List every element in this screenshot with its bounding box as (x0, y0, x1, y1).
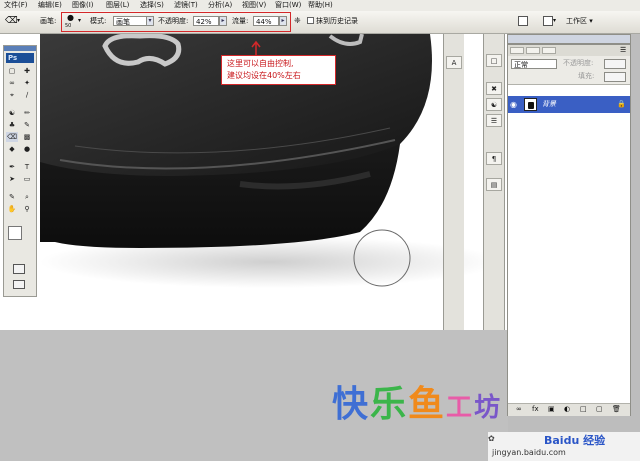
paragraph-panel-icon[interactable]: ¶ (486, 152, 502, 165)
tool-preset-arrow-icon[interactable]: ▾ (17, 17, 20, 24)
slice-tool-icon[interactable]: ∕ (21, 90, 33, 100)
watermark-char-3: 鱼 (408, 384, 447, 425)
layer-name: 背景 (542, 100, 556, 108)
document-dropdown-icon[interactable]: ▾ (553, 17, 556, 24)
collapsed-panel-strip: A (443, 34, 464, 330)
zoom-tool-icon[interactable]: ⚲ (21, 204, 33, 214)
callout-line2: 建议均设在40%左右 (227, 71, 301, 80)
toolbox-titlebar[interactable] (4, 46, 36, 51)
menu-analysis[interactable]: 分析(A) (208, 1, 232, 10)
info-panel-icon[interactable]: ▤ (486, 178, 502, 191)
callout-line1: 这里可以自由控制, (227, 59, 294, 68)
eraser-tool-icon[interactable]: ⌫ (5, 16, 18, 26)
history-panel-icon[interactable]: ☯ (486, 98, 502, 111)
panel-menu-icon[interactable]: ☰ (620, 46, 626, 54)
bag-thumbnail-icon (528, 102, 534, 109)
lasso-tool-icon[interactable]: ∞ (6, 78, 18, 88)
hand-tool-icon[interactable]: ✋ (6, 204, 18, 214)
site-url: jingyan.baidu.com (492, 448, 566, 457)
ps-logo: Ps (6, 53, 34, 63)
pen-tool-icon[interactable]: ✒ (6, 162, 18, 172)
layer-options-row: 正常 不透明度: 填充: (508, 56, 630, 85)
menu-file[interactable]: 文件(F) (4, 1, 28, 10)
foreground-color-swatch[interactable] (8, 226, 22, 240)
move-tool-icon[interactable]: ✚ (21, 66, 33, 76)
magic-wand-tool-icon[interactable]: ✦ (21, 78, 33, 88)
delete-layer-icon[interactable]: 🗑 (612, 405, 621, 413)
airbrush-icon[interactable]: ❈ (294, 16, 301, 26)
layers-panel-titlebar[interactable] (507, 34, 631, 44)
menu-view[interactable]: 视图(V) (242, 1, 266, 10)
toolbox: Ps ▢ ✚ ∞ ✦ ⌖ ∕ ☯ ✏ ♣ ✎ ⌫ ▩ ◆ ● ✒ T ➤ ▭ ✎… (3, 45, 37, 297)
layer-fill-input[interactable] (604, 72, 626, 82)
layers-panel: ☰ 正常 不透明度: 填充: ◉ 背景 🔒 ∞ fx ▣ ◐ □ ▢ 🗑 (507, 44, 631, 416)
brush-tool-icon[interactable]: ✏ (21, 108, 33, 118)
workspace-button[interactable]: 工作区 ▾ (566, 17, 593, 26)
palette-well-icon[interactable] (518, 16, 528, 26)
menu-filter[interactable]: 滤镜(T) (174, 1, 198, 10)
watermark-char-1: 快 (332, 384, 371, 425)
layer-fill-label: 填充: (578, 72, 595, 80)
character-panel-icon[interactable]: A (446, 56, 462, 69)
layer-visibility-eye-icon[interactable]: ◉ (510, 100, 517, 109)
type-tool-icon[interactable]: T (21, 162, 33, 172)
menu-window[interactable]: 窗口(W) (275, 1, 301, 10)
highlight-box (61, 12, 291, 32)
menu-select[interactable]: 选择(S) (140, 1, 164, 10)
menu-edit[interactable]: 编辑(E) (38, 1, 62, 10)
blur-tool-icon[interactable]: ◆ (6, 144, 18, 154)
blend-mode-select[interactable]: 正常 (511, 59, 557, 69)
watermark-char-2: 乐 (370, 384, 409, 425)
eyedropper-tool-icon[interactable]: ⌕ (21, 192, 33, 202)
blend-mode-value: 正常 (514, 61, 528, 69)
watermark: 快乐鱼工坊 (332, 383, 602, 429)
notes-tool-icon[interactable]: ✎ (6, 192, 18, 202)
options-bar: ⌫ ▾ 画笔: ● 50 ▾ 模式: 画笔 ▾ 不透明度: 42% ▸ 流量: … (0, 11, 640, 34)
layer-opacity-input[interactable] (604, 59, 626, 69)
menu-layer[interactable]: 图层(L) (106, 1, 129, 10)
callout-note: 这里可以自由控制, 建议均设在40%左右 (221, 55, 336, 85)
layer-thumbnail (524, 98, 537, 111)
menu-help[interactable]: 帮助(H) (308, 1, 333, 10)
gradient-tool-icon[interactable]: ▩ (21, 132, 33, 142)
erase-history-checkbox[interactable] (307, 17, 314, 24)
history-brush-tool-icon[interactable]: ✎ (21, 120, 33, 130)
tab-paths[interactable] (542, 47, 556, 54)
document-icon[interactable] (543, 16, 553, 26)
watermark-text: 快乐鱼工坊 (332, 383, 502, 430)
healing-brush-tool-icon[interactable]: ☯ (6, 108, 18, 118)
navigator-panel-icon[interactable]: □ (486, 54, 502, 67)
panel-dock: □ ✖ ☯ ☰ ¶ ▤ (483, 34, 505, 330)
watermark-char-5: 坊 (474, 393, 503, 423)
dodge-tool-icon[interactable]: ● (21, 144, 33, 154)
clone-stamp-tool-icon[interactable]: ♣ (6, 120, 18, 130)
baidu-paw-icon: ✿ (488, 434, 495, 443)
menu-image[interactable]: 图像(I) (72, 1, 94, 10)
watermark-char-4: 工 (446, 393, 475, 423)
erase-history-label: 抹到历史记录 (316, 17, 358, 25)
actions-panel-icon[interactable]: ✖ (486, 82, 502, 95)
marquee-tool-icon[interactable]: ▢ (6, 66, 18, 76)
layer-row-background[interactable]: ◉ 背景 🔒 (508, 96, 630, 113)
eraser-tool-active-icon[interactable]: ⌫ (6, 132, 18, 142)
screen-mode-icon[interactable] (13, 280, 25, 289)
brush-label: 画笔: (40, 17, 57, 25)
tab-channels[interactable] (526, 47, 540, 54)
callout-arrow (251, 40, 261, 55)
path-selection-tool-icon[interactable]: ➤ (6, 174, 18, 184)
quick-mask-icon[interactable] (13, 264, 25, 274)
tool-presets-panel-icon[interactable]: ☰ (486, 114, 502, 127)
layer-opacity-label: 不透明度: (563, 59, 594, 67)
shape-tool-icon[interactable]: ▭ (21, 174, 33, 184)
baidu-brand: Baidu 经验 (544, 434, 606, 447)
source-footer: Baidu 经验 ✿ jingyan.baidu.com (488, 432, 640, 461)
layer-lock-icon: 🔒 (617, 100, 626, 108)
tab-layers[interactable] (510, 47, 524, 54)
crop-tool-icon[interactable]: ⌖ (6, 90, 18, 100)
